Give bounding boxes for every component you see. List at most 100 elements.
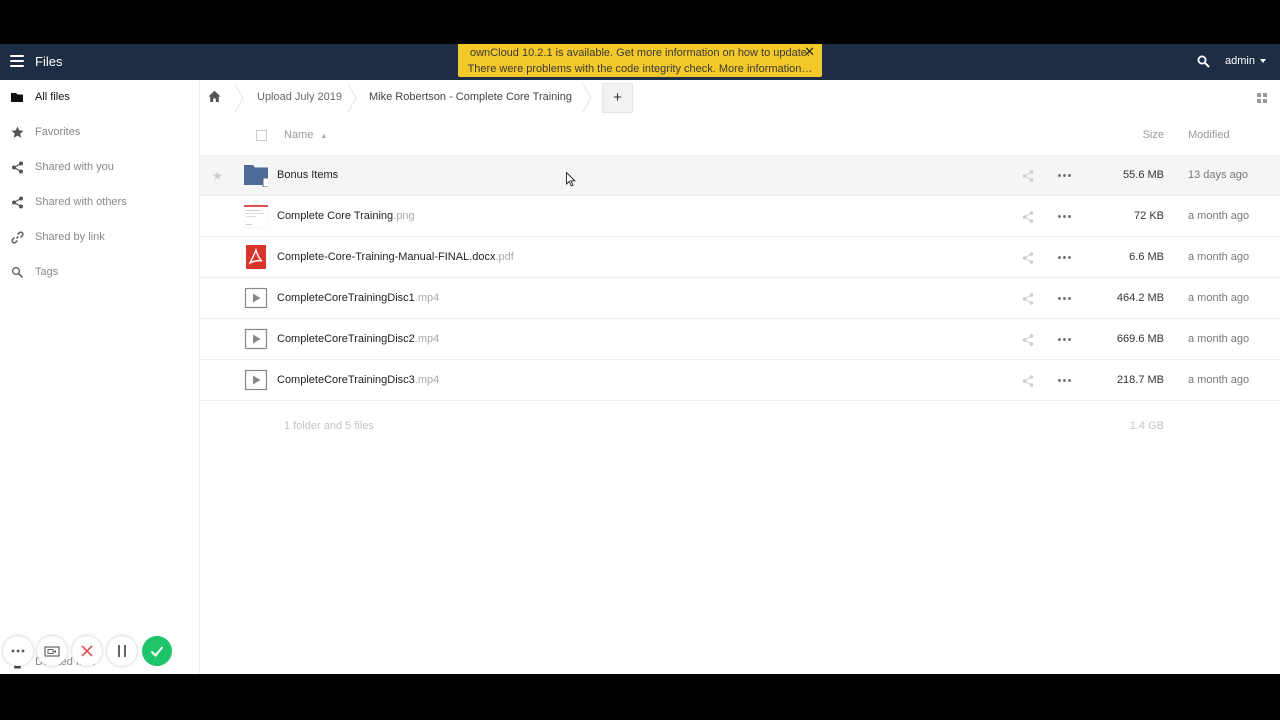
webcam-icon	[44, 646, 60, 657]
update-notification[interactable]: ownCloud 10.2.1 is available. Get more i…	[458, 44, 822, 77]
close-notification-icon[interactable]: ✕	[804, 44, 815, 60]
file-modified: a month ago	[1188, 374, 1250, 386]
more-actions-icon[interactable]	[1058, 215, 1072, 219]
file-row-disc1-mp4[interactable]: CompleteCoreTrainingDisc1.mp4 464.2 MB a…	[200, 278, 1280, 319]
sidebar-item-label: Shared by link	[35, 231, 105, 243]
column-name-label: Name	[284, 129, 314, 141]
more-actions-icon[interactable]	[1058, 297, 1072, 301]
recorder-more-options-button[interactable]	[3, 636, 33, 666]
checkmark-icon	[150, 646, 164, 657]
video-file-icon	[244, 328, 268, 350]
screen-recorder-toolbar	[3, 634, 175, 668]
file-basename: Bonus Items	[277, 169, 339, 181]
file-size: 669.6 MB	[1116, 333, 1164, 345]
more-actions-icon[interactable]	[1058, 338, 1072, 342]
pdf-icon	[246, 245, 266, 269]
caret-down-icon	[1259, 59, 1266, 64]
share-icon[interactable]	[1022, 334, 1034, 346]
link-icon	[11, 231, 24, 244]
breadcrumb-item-upload-july-2019[interactable]: Upload July 2019	[257, 91, 342, 103]
update-message[interactable]: ownCloud 10.2.1 is available. Get more i…	[458, 45, 822, 61]
mouse-cursor-icon	[566, 172, 576, 187]
app-window: Files ownCloud 10.2.1 is available. Get …	[0, 44, 1280, 674]
file-name[interactable]: CompleteCoreTrainingDisc2.mp4	[277, 333, 439, 345]
file-row-disc2-mp4[interactable]: CompleteCoreTrainingDisc2.mp4 669.6 MB a…	[200, 319, 1280, 360]
file-row-training-manual-pdf[interactable]: Complete-Core-Training-Manual-FINAL.docx…	[200, 237, 1280, 278]
video-file-icon	[244, 287, 268, 309]
select-all-checkbox[interactable]	[256, 130, 267, 141]
file-name[interactable]: Bonus Items	[277, 169, 338, 181]
integrity-warning[interactable]: There were problems with the code integr…	[458, 61, 822, 77]
summary-count: 1 folder and 5 files	[284, 420, 374, 432]
sort-ascending-icon: ▲	[320, 133, 328, 140]
file-basename: Complete Core Training	[277, 210, 394, 222]
search-icon	[11, 266, 24, 279]
share-icon[interactable]	[1022, 170, 1034, 182]
file-table-header: Name ▲ Size Modified	[200, 116, 1280, 154]
sort-by-name-header[interactable]: Name ▲	[284, 129, 327, 141]
hamburger-menu-icon[interactable]	[10, 55, 24, 69]
share-icon[interactable]	[1022, 211, 1034, 223]
search-icon[interactable]	[1197, 55, 1210, 68]
sidebar-item-shared-by-link[interactable]: Shared by link	[0, 220, 199, 255]
file-name[interactable]: CompleteCoreTrainingDisc3.mp4	[277, 374, 439, 386]
file-name[interactable]: CompleteCoreTrainingDisc1.mp4	[277, 292, 439, 304]
file-modified: a month ago	[1188, 292, 1250, 304]
file-modified: a month ago	[1188, 210, 1250, 222]
sidebar-item-shared-with-you[interactable]: Shared with you	[0, 150, 199, 185]
file-modified: a month ago	[1188, 333, 1250, 345]
sidebar-item-all-files[interactable]: All files	[0, 80, 199, 115]
summary-size: 1.4 GB	[1129, 420, 1164, 432]
more-actions-icon[interactable]	[1058, 379, 1072, 383]
recorder-pause-button[interactable]	[107, 636, 137, 666]
grid-view-toggle-icon[interactable]	[1257, 93, 1268, 104]
favorite-star-icon[interactable]: ★	[212, 169, 223, 183]
file-row-complete-core-training-png[interactable]: Complete Core Training.png 72 KB a month…	[200, 196, 1280, 237]
share-icon[interactable]	[1022, 293, 1034, 305]
file-modified: 13 days ago	[1188, 169, 1248, 181]
recorder-cancel-button[interactable]	[72, 636, 102, 666]
sidebar-item-label: Shared with others	[35, 196, 127, 208]
sidebar-item-favorites[interactable]: Favorites	[0, 115, 199, 150]
more-actions-icon[interactable]	[1058, 174, 1072, 178]
file-name[interactable]: Complete Core Training.png	[277, 210, 415, 222]
sidebar-item-label: Shared with you	[35, 161, 114, 173]
share-icon[interactable]	[1022, 252, 1034, 264]
breadcrumb-item-current-folder[interactable]: Mike Robertson - Complete Core Training	[369, 91, 572, 103]
sort-by-size-header[interactable]: Size	[1143, 129, 1164, 141]
sidebar-item-label: Tags	[35, 266, 59, 278]
share-icon	[12, 196, 23, 209]
file-extension: .pdf	[495, 251, 514, 263]
folder-icon	[11, 93, 23, 102]
file-size: 218.7 MB	[1116, 374, 1164, 386]
sidebar-item-label: All files	[35, 91, 70, 103]
file-summary: 1 folder and 5 files 1.4 GB	[200, 418, 1280, 438]
close-icon	[81, 645, 93, 657]
file-extension: .png	[393, 210, 415, 222]
file-basename: Complete-Core-Training-Manual-FINAL.docx	[277, 251, 496, 263]
star-icon	[11, 126, 24, 138]
sort-by-modified-header[interactable]: Modified	[1188, 129, 1230, 141]
sidebar-item-tags[interactable]: Tags	[0, 255, 199, 290]
recorder-done-button[interactable]	[142, 636, 172, 666]
user-menu[interactable]: admin	[1225, 55, 1266, 67]
pause-icon	[118, 645, 126, 657]
file-name[interactable]: Complete-Core-Training-Manual-FINAL.docx…	[277, 251, 514, 263]
new-file-button[interactable]: +	[602, 83, 633, 113]
breadcrumb-separator-icon	[234, 84, 244, 112]
share-icon	[12, 161, 23, 174]
file-modified: a month ago	[1188, 251, 1250, 263]
ellipsis-icon	[11, 649, 25, 653]
more-actions-icon[interactable]	[1058, 256, 1072, 260]
file-size: 464.2 MB	[1116, 292, 1164, 304]
recorder-webcam-button[interactable]	[37, 636, 67, 666]
folder-icon	[244, 165, 268, 187]
home-icon[interactable]	[208, 90, 221, 103]
sidebar-navigation: All files Favorites Shared with you Shar…	[0, 80, 200, 674]
file-row-disc3-mp4[interactable]: CompleteCoreTrainingDisc3.mp4 218.7 MB a…	[200, 360, 1280, 401]
image-thumbnail-icon	[244, 204, 268, 228]
share-icon[interactable]	[1022, 375, 1034, 387]
sidebar-item-shared-with-others[interactable]: Shared with others	[0, 185, 199, 220]
file-basename: CompleteCoreTrainingDisc3	[277, 374, 415, 386]
file-row-bonus-items[interactable]: ★ Bonus Items 55.6 MB 13 days ago	[200, 155, 1280, 196]
